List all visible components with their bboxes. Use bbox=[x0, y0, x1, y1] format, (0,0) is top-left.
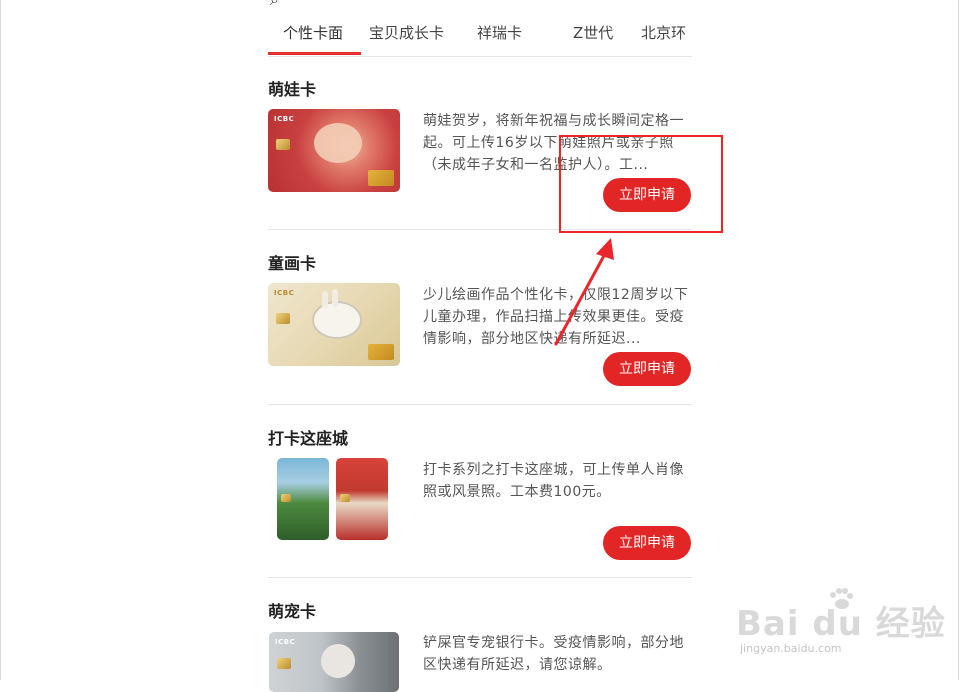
watermark-url: jingyan.baidu.com bbox=[740, 642, 842, 655]
watermark: Bai du 经验 jingyan.baidu.com bbox=[736, 588, 946, 660]
annotation-arrow-icon bbox=[554, 238, 614, 346]
watermark-brand: Bai du 经验 bbox=[736, 604, 946, 644]
